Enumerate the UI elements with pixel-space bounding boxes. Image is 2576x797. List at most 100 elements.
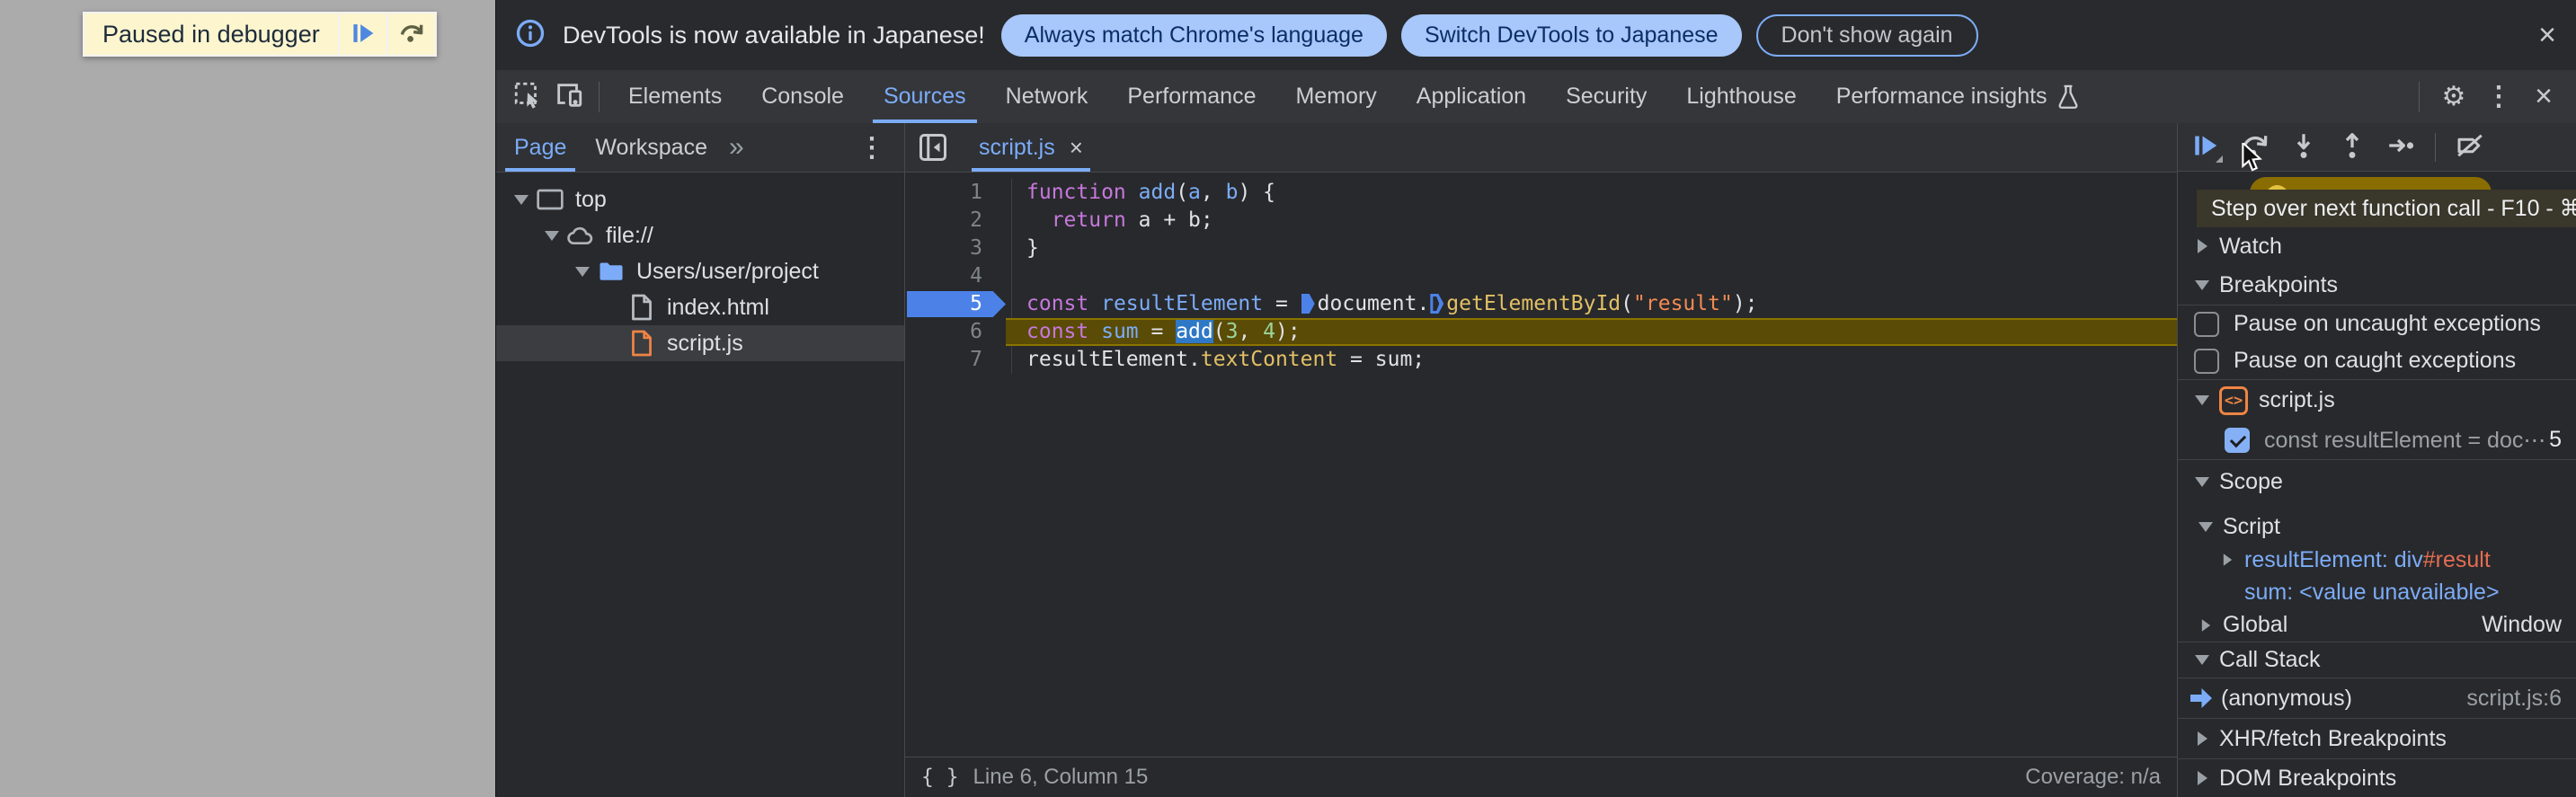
tab-performance[interactable]: Performance bbox=[1107, 70, 1275, 123]
tab-sources[interactable]: Sources bbox=[864, 70, 986, 123]
tree-item-label: index.html bbox=[667, 294, 769, 320]
code-line-7[interactable]: 7 resultElement.textContent = sum; bbox=[905, 346, 2177, 374]
pause-uncaught-label: Pause on uncaught exceptions bbox=[2234, 311, 2541, 336]
code-line-5[interactable]: 5 const resultElement = document. getEleme… bbox=[905, 290, 2177, 318]
notification-button[interactable]: Don't show again bbox=[1755, 13, 1978, 57]
resume-button[interactable] bbox=[2185, 126, 2228, 169]
section-watch[interactable]: Watch bbox=[2178, 226, 2576, 266]
section-call-stack[interactable]: Call Stack bbox=[2178, 642, 2576, 678]
call-stack-frame[interactable]: (anonymous) script.js:6 bbox=[2178, 678, 2576, 719]
tab-label: Application bbox=[1416, 84, 1527, 109]
devtools-content: Page Workspace » ⋮ top file:// Users/user/… bbox=[496, 123, 2576, 797]
resume-script-button[interactable] bbox=[337, 13, 386, 55]
js-file-badge-icon: <> bbox=[2219, 385, 2248, 415]
line-number-gutter[interactable]: 6 bbox=[905, 318, 1006, 346]
editor-tab-close-icon[interactable]: × bbox=[1070, 134, 1083, 162]
collapse-sidebar-icon[interactable] bbox=[916, 130, 950, 164]
var-value-node: div bbox=[2394, 546, 2423, 572]
device-toolbar-button[interactable] bbox=[548, 76, 590, 118]
scope-group-script[interactable]: Script bbox=[2178, 509, 2576, 544]
breakpoint-group-scriptjs[interactable]: <> script.js bbox=[2178, 380, 2576, 421]
line-number-gutter[interactable]: 1 bbox=[905, 179, 1006, 207]
navigator-more-menu-icon[interactable]: ⋮ bbox=[852, 128, 892, 167]
watch-label: Watch bbox=[2219, 233, 2282, 259]
pause-caught-checkbox[interactable] bbox=[2194, 348, 2219, 374]
inspect-element-button[interactable] bbox=[507, 76, 548, 118]
pause-uncaught-row: Pause on uncaught exceptions bbox=[2178, 306, 2576, 342]
var-value: <value unavailable> bbox=[2299, 579, 2500, 605]
tab-application[interactable]: Application bbox=[1397, 70, 1546, 123]
chevron-down-icon[interactable] bbox=[539, 230, 564, 241]
deactivate-breakpoints-button[interactable] bbox=[2448, 126, 2492, 169]
chevron-down-icon bbox=[2195, 395, 2209, 405]
tree-item-label: top bbox=[575, 186, 607, 212]
breakpoint-entry[interactable]: const resultElement = doc⋯ 5 bbox=[2178, 421, 2576, 460]
code-line-2[interactable]: 2 return a + b; bbox=[905, 207, 2177, 235]
code-line-1[interactable]: 1 function add(a, b) { bbox=[905, 179, 2177, 207]
code-line-3[interactable]: 3} bbox=[905, 235, 2177, 262]
line-number-gutter[interactable]: 7 bbox=[905, 346, 1006, 374]
notification-button[interactable]: Switch DevTools to Japanese bbox=[1400, 13, 1742, 57]
chevron-down-icon[interactable] bbox=[570, 266, 595, 277]
chevron-down-icon[interactable] bbox=[509, 194, 534, 205]
folder-icon bbox=[595, 258, 627, 285]
flask-icon bbox=[2056, 84, 2080, 110]
inline-breakpoint-marker-icon[interactable] bbox=[1430, 294, 1444, 314]
tab-performance-insights[interactable]: Performance insights bbox=[1817, 70, 2100, 123]
tab-page[interactable]: Page bbox=[500, 123, 581, 172]
var-value-id: #result bbox=[2422, 546, 2491, 572]
code-editor[interactable]: 1 function add(a, b) {2 return a + b; 3} 4 5… bbox=[905, 173, 2177, 757]
tree-item-index-html[interactable]: index.html bbox=[496, 289, 904, 325]
code-line-6[interactable]: 6 const sum = add(3, 4); bbox=[905, 318, 2177, 346]
settings-gear-icon[interactable]: ⚙ bbox=[2434, 77, 2474, 117]
file-icon bbox=[626, 294, 658, 321]
tab-label: Lighthouse bbox=[1686, 84, 1797, 109]
editor-tab-scriptjs[interactable]: script.js × bbox=[963, 123, 1099, 172]
breakpoint-gutter-marker[interactable]: 5 bbox=[905, 290, 1006, 318]
tab-lighthouse[interactable]: Lighthouse bbox=[1666, 70, 1816, 123]
step-over-tooltip: Step over next function call - F10 - ⌘ ' bbox=[2197, 190, 2576, 228]
tab-workspace[interactable]: Workspace bbox=[581, 123, 722, 172]
scope-var-sum[interactable]: sum: <value unavailable> bbox=[2178, 576, 2576, 608]
code-line-4[interactable]: 4 bbox=[905, 262, 2177, 290]
chevron-right-icon bbox=[2197, 239, 2207, 253]
pause-uncaught-checkbox[interactable] bbox=[2194, 311, 2219, 337]
section-dom-breakpoints[interactable]: DOM Breakpoints bbox=[2178, 759, 2576, 797]
tab-network[interactable]: Network bbox=[986, 70, 1108, 123]
step-button[interactable] bbox=[2379, 126, 2422, 169]
tab-label: Performance bbox=[1127, 84, 1257, 109]
step-out-button[interactable] bbox=[2331, 126, 2374, 169]
pretty-print-icon[interactable]: { } bbox=[921, 766, 959, 789]
notification-button[interactable]: Always match Chrome's language bbox=[1000, 13, 1387, 57]
tab-security[interactable]: Security bbox=[1546, 70, 1666, 123]
inline-breakpoint-marker-icon[interactable] bbox=[1301, 294, 1315, 314]
section-scope[interactable]: Scope bbox=[2178, 462, 2576, 502]
step-into-button[interactable] bbox=[2282, 126, 2325, 169]
line-number-gutter[interactable]: 3 bbox=[905, 235, 1006, 262]
global-scope-value: Window bbox=[2482, 612, 2562, 637]
notification-close-button[interactable]: × bbox=[2538, 20, 2556, 50]
breakpoint-entry-checkbox[interactable] bbox=[2225, 427, 2250, 453]
tree-item-script-js[interactable]: script.js bbox=[496, 325, 904, 361]
scope-group-global[interactable]: Global Window bbox=[2178, 608, 2576, 642]
tab-memory[interactable]: Memory bbox=[1275, 70, 1396, 123]
tab-console[interactable]: Console bbox=[742, 70, 864, 123]
section-breakpoints[interactable]: Breakpoints bbox=[2178, 266, 2576, 306]
step-icon bbox=[2385, 129, 2417, 164]
debugger-sidebar: Step over next function call - F10 - ⌘ '… bbox=[2178, 123, 2576, 797]
line-number-gutter[interactable]: 4 bbox=[905, 262, 1006, 290]
tree-item-top[interactable]: top bbox=[496, 182, 904, 217]
tab-elements[interactable]: Elements bbox=[608, 70, 742, 123]
section-xhr-breakpoints[interactable]: XHR/fetch Breakpoints bbox=[2178, 719, 2576, 759]
line-number-gutter[interactable]: 2 bbox=[905, 207, 1006, 235]
notification-buttons: Always match Chrome's language Switch Dev… bbox=[1000, 13, 1978, 57]
tree-item-users-user-project[interactable]: Users/user/project bbox=[496, 253, 904, 289]
var-name: resultElement: div#result bbox=[2244, 546, 2491, 572]
more-tabs-chevron-icon[interactable]: » bbox=[729, 132, 744, 163]
scope-var-resultelement[interactable]: resultElement: div#result bbox=[2178, 544, 2576, 576]
devtools-close-icon[interactable]: × bbox=[2524, 77, 2563, 117]
tab-label: Memory bbox=[1295, 84, 1377, 109]
step-over-next-call-button[interactable] bbox=[386, 13, 435, 55]
tree-item-file-[interactable]: file:// bbox=[496, 217, 904, 253]
more-menu-icon[interactable]: ⋮ bbox=[2479, 77, 2518, 117]
